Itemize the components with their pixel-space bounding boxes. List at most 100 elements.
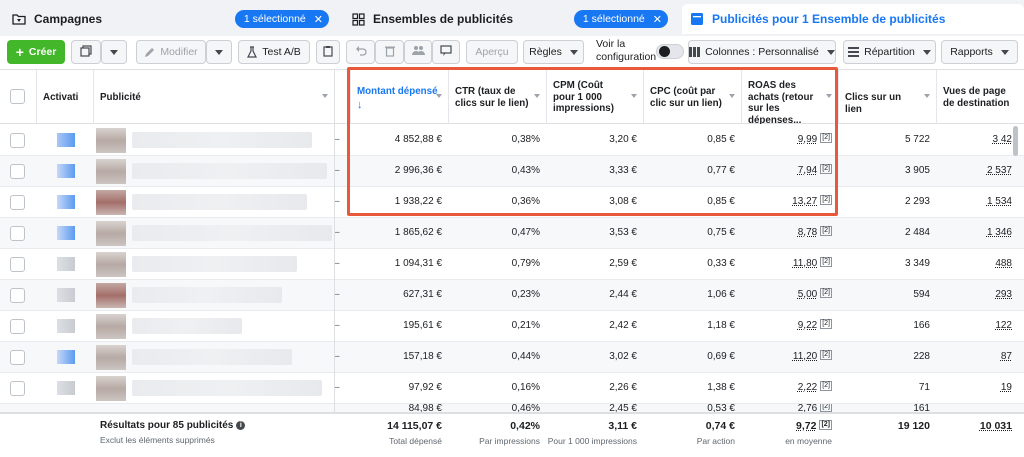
ad-name-redacted[interactable] (132, 349, 292, 365)
cell-landing-page-views[interactable]: 1 534 (936, 187, 1018, 217)
ad-name-redacted[interactable] (132, 287, 282, 303)
row-checkbox[interactable] (10, 133, 25, 148)
column-header-ad[interactable]: Publicité (93, 70, 334, 124)
rules-button[interactable]: Règles (523, 40, 584, 64)
ad-thumbnail[interactable] (96, 345, 126, 370)
undo-button[interactable] (346, 40, 375, 64)
status-toggle[interactable] (57, 381, 75, 395)
cell-roas[interactable]: 7,94 [2] (741, 156, 838, 186)
ad-name-redacted[interactable] (132, 225, 332, 241)
close-icon[interactable]: ✕ (653, 13, 662, 26)
clipboard-button[interactable] (316, 40, 340, 64)
tag-button[interactable] (432, 40, 460, 64)
row-checkbox[interactable] (10, 195, 25, 210)
tab-ad-sets[interactable]: Ensembles de publicités 1 sélectionné ✕ (343, 4, 676, 34)
cell-roas[interactable]: 11,20 [2] (741, 342, 838, 372)
row-checkbox[interactable] (10, 381, 25, 396)
columns-button[interactable]: Colonnes : Personnalisé (688, 40, 836, 64)
table-row[interactable]: – 97,92 € 0,16% 2,26 € 1,38 € 2,22 [2] 71… (0, 373, 1024, 404)
column-header-link-clicks[interactable]: Clics sur un lien (838, 70, 936, 124)
audience-button[interactable] (404, 40, 432, 64)
ad-thumbnail[interactable] (96, 190, 126, 215)
status-toggle[interactable] (57, 164, 75, 178)
column-header-cpc[interactable]: CPC (coût par clic sur un lien) (643, 70, 741, 124)
row-checkbox[interactable] (10, 288, 25, 303)
ab-test-button[interactable]: Test A/B (238, 40, 310, 64)
status-toggle[interactable] (57, 319, 75, 333)
modify-dropdown[interactable] (206, 40, 232, 64)
create-button[interactable]: + Créer (7, 40, 65, 64)
table-row[interactable]: – 1 938,22 € 0,36% 3,08 € 0,85 € 13,27 [2… (0, 187, 1024, 218)
column-header-ctr[interactable]: CTR (taux de clics sur le lien) (448, 70, 546, 124)
column-header-landing-page-views[interactable]: Vues de page de destination (936, 70, 1024, 124)
ad-thumbnail[interactable] (96, 221, 126, 246)
ad-thumbnail[interactable] (96, 252, 126, 277)
ad-thumbnail[interactable] (96, 128, 126, 153)
row-checkbox[interactable] (10, 164, 25, 179)
cell-roas[interactable]: 9,22 [2] (741, 311, 838, 341)
close-icon[interactable]: ✕ (314, 13, 323, 26)
total-roas[interactable]: 9,72 [2] en moyenne (741, 420, 838, 446)
ad-thumbnail[interactable] (96, 159, 126, 184)
table-row[interactable]: – 1 865,62 € 0,47% 3,53 € 0,75 € 8,78 [2]… (0, 218, 1024, 249)
table-row[interactable]: – 627,31 € 0,23% 2,44 € 1,06 € 5,00 [2] 5… (0, 280, 1024, 311)
cell-landing-page-views[interactable]: 293 (936, 280, 1018, 310)
cell-roas[interactable]: 5,00 [2] (741, 280, 838, 310)
status-toggle[interactable] (57, 350, 75, 364)
cell-landing-page-views[interactable]: 2 537 (936, 156, 1018, 186)
reports-button[interactable]: Rapports (941, 40, 1018, 64)
ad-name-redacted[interactable] (132, 132, 312, 148)
ad-name-redacted[interactable] (132, 380, 322, 396)
table-row[interactable]: – 4 852,88 € 0,38% 3,20 € 0,85 € 9,99 [2]… (0, 125, 1024, 156)
preview-button[interactable]: Aperçu (466, 40, 518, 64)
table-row[interactable]: – 157,18 € 0,44% 3,02 € 0,69 € 11,20 [2] … (0, 342, 1024, 373)
status-toggle[interactable] (57, 226, 75, 240)
ad-thumbnail[interactable] (96, 283, 126, 308)
cell-roas[interactable]: 9,99 [2] (741, 125, 838, 155)
table-row[interactable]: – 195,61 € 0,21% 2,42 € 1,18 € 9,22 [2] 1… (0, 311, 1024, 342)
cell-landing-page-views[interactable]: 19 (936, 373, 1018, 403)
status-toggle[interactable] (57, 195, 75, 209)
cell-roas[interactable]: 11,80 [2] (741, 249, 838, 279)
duplicate-dropdown[interactable] (101, 40, 127, 64)
cell-landing-page-views[interactable]: 1 346 (936, 218, 1018, 248)
ad-name-redacted[interactable] (132, 163, 327, 179)
status-toggle[interactable] (57, 133, 75, 147)
column-header-roas[interactable]: ROAS des achats (retour sur les dépenses… (741, 70, 838, 124)
vertical-scrollbar[interactable] (1013, 126, 1018, 156)
total-landing-page-views[interactable]: 10 031 (936, 420, 1018, 432)
selection-badge[interactable]: 1 sélectionné ✕ (234, 10, 329, 28)
cell-roas[interactable]: 8,78 [2] (741, 218, 838, 248)
breakdown-button[interactable]: Répartition (843, 40, 936, 64)
status-toggle[interactable] (57, 257, 75, 271)
status-toggle[interactable] (57, 288, 75, 302)
column-header-cpm[interactable]: CPM (Coût pour 1 000 impressions) (546, 70, 643, 124)
column-header-amount-spent[interactable]: Montant dépensé ↓ (350, 70, 448, 124)
ad-name-redacted[interactable] (132, 194, 307, 210)
cell-landing-page-views[interactable]: 488 (936, 249, 1018, 279)
cell-roas[interactable]: 13,27 [2] (741, 187, 838, 217)
tab-ads[interactable]: Publicités pour 1 Ensemble de publicités (682, 4, 1024, 34)
delete-button[interactable] (375, 40, 404, 64)
table-row[interactable]: – 1 094,31 € 0,79% 2,59 € 0,33 € 11,80 [2… (0, 249, 1024, 280)
info-icon[interactable]: i (236, 421, 246, 430)
column-header-activation[interactable]: Activati (36, 70, 93, 124)
row-checkbox[interactable] (10, 319, 25, 334)
select-all-checkbox[interactable] (10, 89, 25, 104)
duplicate-button[interactable] (71, 40, 101, 64)
cell-landing-page-views[interactable]: 122 (936, 311, 1018, 341)
cell-landing-page-views[interactable]: 3 42 (936, 125, 1018, 155)
row-checkbox[interactable] (10, 226, 25, 241)
row-checkbox[interactable] (10, 257, 25, 272)
modify-button[interactable]: Modifier (136, 40, 206, 64)
view-config-toggle[interactable] (656, 44, 684, 59)
selection-badge[interactable]: 1 sélectionné ✕ (573, 10, 668, 28)
ad-name-redacted[interactable] (132, 256, 297, 272)
ad-name-redacted[interactable] (132, 318, 242, 334)
row-checkbox[interactable] (10, 350, 25, 365)
ad-thumbnail[interactable] (96, 314, 126, 339)
cell-landing-page-views[interactable]: 87 (936, 342, 1018, 372)
ad-thumbnail[interactable] (96, 376, 126, 401)
table-row[interactable]: – 2 996,36 € 0,43% 3,33 € 0,77 € 7,94 [2]… (0, 156, 1024, 187)
cell-roas[interactable]: 2,22 [2] (741, 373, 838, 403)
